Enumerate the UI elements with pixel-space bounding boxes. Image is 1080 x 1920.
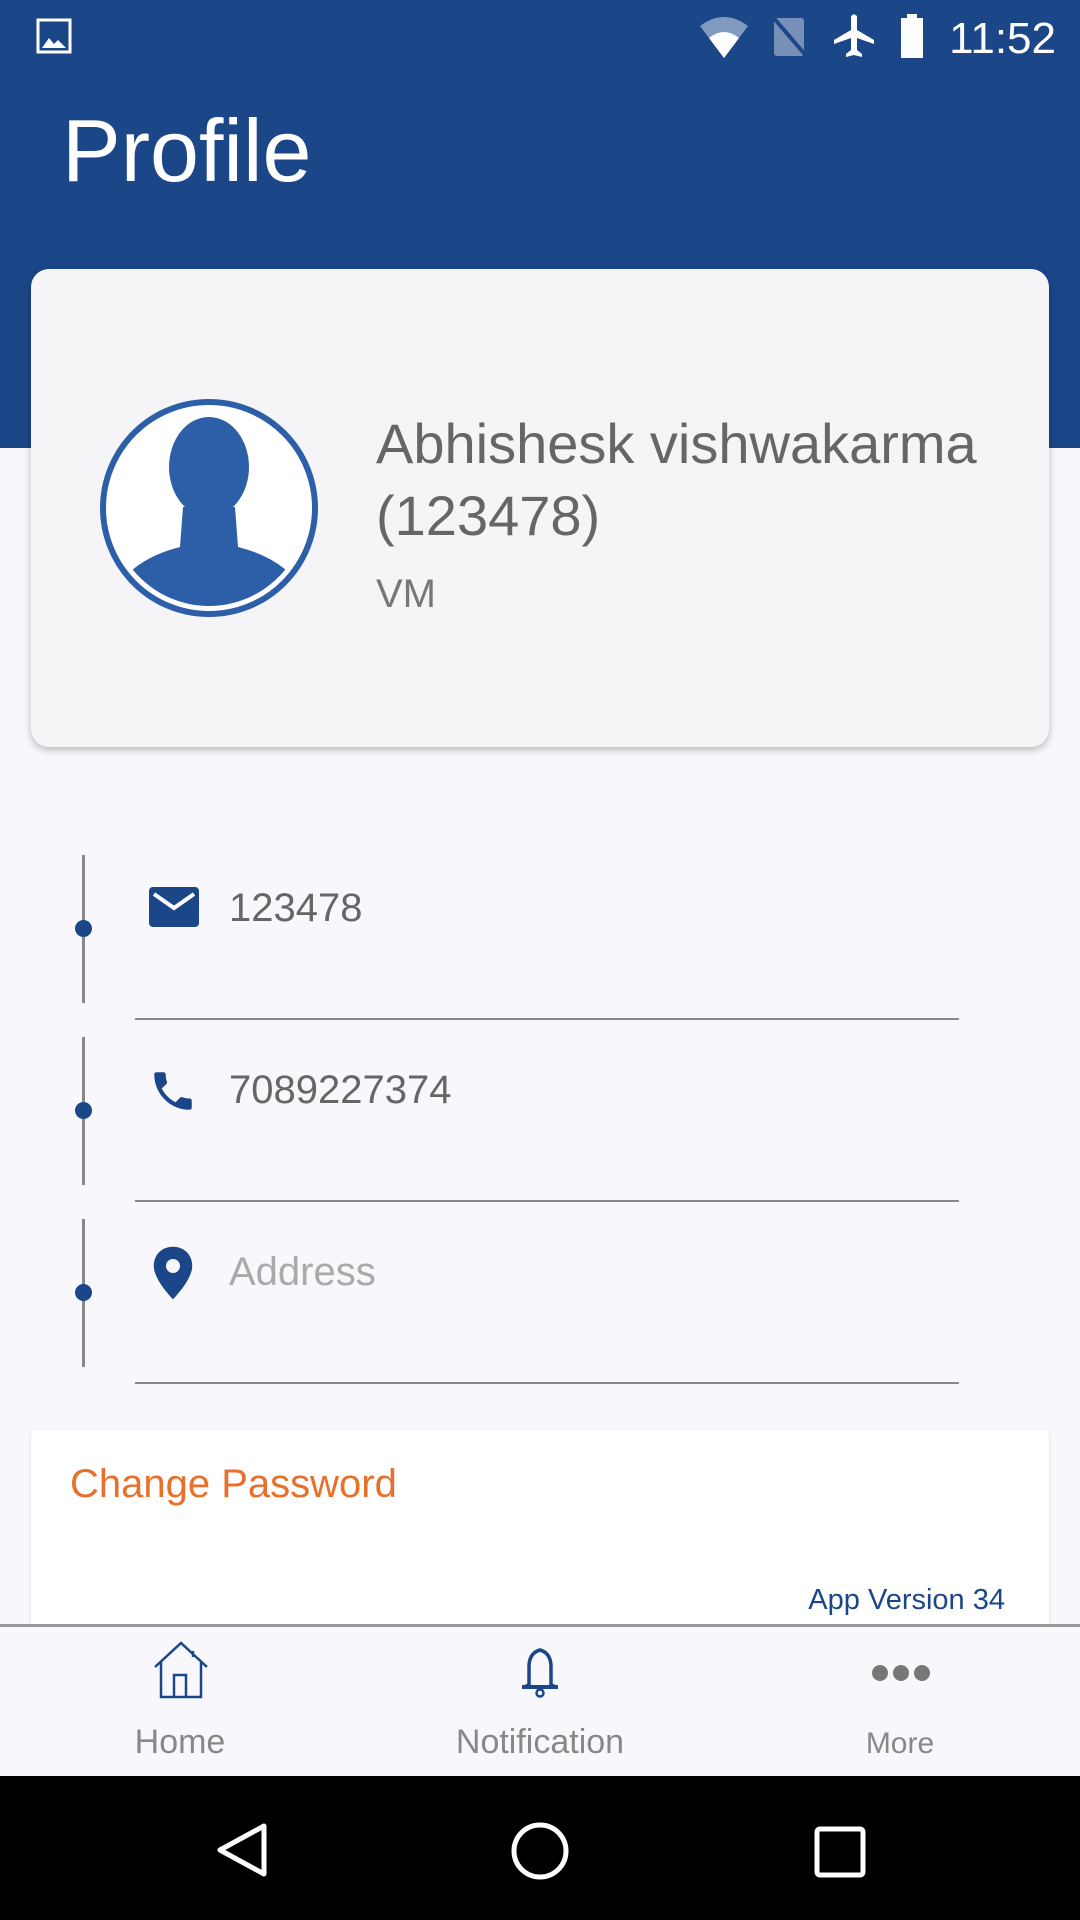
profile-name: Abhishesk vishwakarma (123478) [376, 412, 977, 547]
image-icon [36, 18, 72, 54]
divider [135, 1382, 959, 1384]
divider [135, 1200, 959, 1202]
avatar-icon [100, 399, 318, 617]
divider [135, 1018, 959, 1020]
nav-more-label: More [865, 1727, 935, 1760]
nav-home[interactable]: Home [0, 1627, 360, 1777]
phone-icon [154, 1072, 192, 1110]
recents-icon[interactable] [814, 1826, 866, 1878]
timeline-dot [75, 1284, 92, 1301]
nav-more[interactable]: More [720, 1627, 1080, 1777]
home-circle-icon[interactable] [510, 1821, 570, 1881]
clock: 11:52 [949, 14, 1056, 63]
address-field[interactable]: Address [229, 1250, 376, 1295]
location-pin-icon [153, 1246, 193, 1300]
nav-notification[interactable]: Notification [360, 1627, 720, 1777]
mail-icon [149, 887, 199, 927]
profile-card: Abhishesk vishwakarma (123478) VM [31, 269, 1049, 747]
back-icon[interactable] [214, 1822, 268, 1878]
home-icon [154, 1641, 208, 1699]
timeline-dot [75, 1102, 92, 1119]
page-title: Profile [62, 101, 312, 200]
bell-icon [522, 1648, 558, 1698]
nav-notification-label: Notification [455, 1723, 625, 1761]
more-dots-icon [872, 1665, 930, 1681]
phone-field[interactable]: 7089227374 [229, 1068, 451, 1113]
profile-id: (123478) [376, 484, 601, 547]
battery-icon [901, 14, 923, 58]
no-sim-icon [770, 14, 810, 60]
wifi-icon [700, 17, 748, 58]
change-password-link[interactable]: Change Password [70, 1462, 397, 1507]
status-bar: 11:52 [0, 0, 1080, 80]
airplane-icon [834, 14, 874, 57]
login-id-field[interactable]: 123478 [229, 886, 362, 931]
nav-home-label: Home [134, 1723, 226, 1761]
timeline-dot [75, 920, 92, 937]
profile-role: VM [376, 572, 436, 616]
bottom-nav: Home Notification More [0, 1624, 1080, 1776]
app-version: App Version 34 [808, 1584, 1005, 1616]
system-nav-bar [0, 1776, 1080, 1920]
